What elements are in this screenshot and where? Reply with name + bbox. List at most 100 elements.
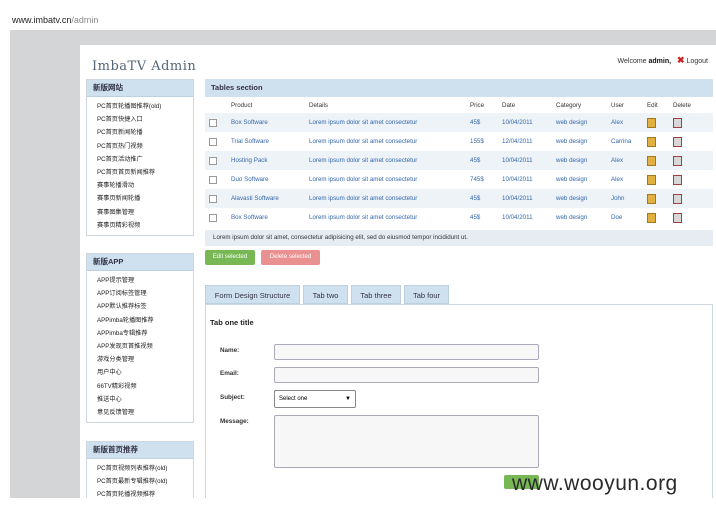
user-cell: Doe — [611, 214, 623, 221]
logout-link[interactable]: Logout — [687, 58, 708, 65]
row-checkbox[interactable] — [209, 213, 217, 222]
date-cell: 12/04/2011 — [502, 138, 533, 145]
watermark: www.wooyun.org — [512, 472, 678, 495]
edit-icon[interactable] — [647, 155, 656, 166]
column-header[interactable]: User — [607, 98, 643, 113]
close-icon[interactable]: ✖ — [677, 55, 685, 65]
email-input[interactable] — [274, 367, 539, 383]
column-header[interactable]: Delete — [669, 98, 713, 113]
sidebar-section-title: 新版首页推荐 — [87, 442, 193, 459]
table-footnote: Lorem ipsum dolor sit amet, consectetur … — [205, 230, 713, 246]
column-header[interactable]: Price — [466, 98, 498, 113]
sidebar-item[interactable]: PC首页轮播图推荐(old) — [87, 100, 193, 113]
details-cell: Lorem ipsum dolor sit amet consectetur — [309, 138, 418, 145]
name-input[interactable] — [274, 344, 539, 360]
user-cell: John — [607, 189, 643, 208]
row-checkbox[interactable] — [209, 137, 217, 146]
trash-icon[interactable] — [673, 117, 682, 128]
sidebar-item[interactable]: APP发现页首推视频 — [87, 340, 193, 353]
sidebar-item[interactable]: 赛事图集管理 — [87, 206, 193, 219]
sidebar-item[interactable]: PC首页首页新闻推荐 — [87, 166, 193, 179]
edit-icon[interactable] — [647, 174, 656, 185]
details-cell: Lorem ipsum dolor sit amet consectetur — [309, 214, 418, 221]
sidebar-item[interactable]: 意见反馈管理 — [87, 406, 193, 419]
product-link[interactable]: Duo Software — [227, 170, 305, 189]
user-cell: Carrina — [611, 138, 632, 145]
edit-icon[interactable] — [647, 212, 656, 223]
email-label: Email: — [220, 370, 239, 377]
edit-selected-button[interactable]: Edit selected — [205, 250, 255, 265]
delete-selected-button[interactable]: Delete selected — [261, 250, 320, 265]
row-checkbox[interactable] — [209, 156, 217, 165]
category-cell: web design — [556, 214, 588, 221]
trash-icon[interactable] — [673, 193, 682, 204]
url-text[interactable]: www.imbatv.cn/admin — [12, 15, 98, 25]
details-cell: Lorem ipsum dolor sit amet consectetur — [305, 113, 466, 132]
column-header[interactable]: Product — [227, 98, 305, 113]
product-link[interactable]: Box Software — [227, 208, 305, 227]
trash-icon[interactable] — [673, 212, 682, 223]
sidebar-item[interactable]: PC首页热门视频 — [87, 140, 193, 153]
tab-two[interactable]: Tab two — [303, 285, 348, 304]
category-cell: web design — [556, 138, 588, 145]
message-textarea[interactable] — [274, 415, 539, 468]
date-cell: 10/04/2011 — [502, 176, 533, 183]
welcome-bar: Welcome admin, ✖ Logout — [618, 55, 708, 66]
subject-select[interactable]: Select one ▼ — [274, 390, 356, 408]
sidebar-item[interactable]: APP默认推荐标签 — [87, 300, 193, 313]
product-link[interactable]: Alavasti Software — [227, 189, 305, 208]
user-cell: Alex — [611, 176, 624, 183]
welcome-label: Welcome — [617, 58, 647, 65]
column-header[interactable]: Category — [552, 98, 607, 113]
browser-address-bar[interactable]: www.imbatv.cn/admin — [0, 0, 716, 30]
sidebar-item[interactable]: PC首页最新专辑推荐(old) — [87, 475, 193, 488]
sidebar-item[interactable]: PC首页快捷入口 — [87, 113, 193, 126]
category-cell: web design — [552, 189, 607, 208]
trash-icon[interactable] — [673, 174, 682, 185]
edit-icon[interactable] — [647, 136, 656, 147]
product-link[interactable]: Hosting Pack — [227, 151, 305, 170]
tab-three[interactable]: Tab three — [351, 285, 401, 304]
sidebar-item[interactable]: PC首页新闻轮播 — [87, 126, 193, 139]
sidebar-item[interactable]: APPimba轮播图推荐 — [87, 314, 193, 327]
tab-four[interactable]: Tab four — [404, 285, 449, 304]
details-cell: Lorem ipsum dolor sit amet consectetur — [305, 151, 466, 170]
sidebar-item[interactable]: 游戏分类管理 — [87, 353, 193, 366]
price-cell: 155$ — [470, 138, 484, 145]
category-cell: web design — [552, 113, 607, 132]
date-cell: 10/04/2011 — [498, 113, 552, 132]
sidebar-item[interactable]: 66TV精彩视频 — [87, 380, 193, 393]
sidebar-item[interactable]: PC首页活动推广 — [87, 153, 193, 166]
column-header[interactable]: Edit — [643, 98, 669, 113]
trash-icon[interactable] — [673, 136, 682, 147]
sidebar-item[interactable]: 赛事轮播滑动 — [87, 179, 193, 192]
row-checkbox[interactable] — [209, 175, 217, 184]
username: admin, — [648, 58, 672, 65]
select-column-header — [205, 98, 227, 113]
sidebar-item[interactable]: 赛事页新闻轮播 — [87, 192, 193, 205]
sidebar-item[interactable]: 用户中心 — [87, 366, 193, 379]
sidebar-item[interactable]: APPimba专辑推荐 — [87, 327, 193, 340]
column-header[interactable]: Details — [305, 98, 466, 113]
sidebar-item[interactable]: 赛事页精彩视频 — [87, 219, 193, 232]
product-link[interactable]: Trial Software — [227, 132, 305, 151]
column-header[interactable]: Date — [498, 98, 552, 113]
row-checkbox[interactable] — [209, 194, 217, 203]
sidebar-item[interactable]: APP提示管理 — [87, 274, 193, 287]
tab-form-design-structure[interactable]: Form Design Structure — [205, 285, 300, 304]
price-cell: 45$ — [466, 151, 498, 170]
sidebar-section-home-recommend: 新版首页推荐 PC首页视频列表推荐(old) PC首页最新专辑推荐(old) P… — [86, 441, 194, 498]
sidebar-item[interactable]: APP订阅标签管理 — [87, 287, 193, 300]
sidebar-item[interactable]: PC首页轮播视频推荐 — [87, 488, 193, 498]
table-row: Alavasti Software Lorem ipsum dolor sit … — [205, 189, 713, 208]
edit-icon[interactable] — [647, 193, 656, 204]
table-row: Hosting Pack Lorem ipsum dolor sit amet … — [205, 151, 713, 170]
row-checkbox[interactable] — [209, 118, 217, 127]
sidebar-item[interactable]: 推送中心 — [87, 393, 193, 406]
edit-icon[interactable] — [647, 117, 656, 128]
price-cell: 45$ — [466, 189, 498, 208]
sidebar-item[interactable]: PC首页视频列表推荐(old) — [87, 462, 193, 475]
product-link[interactable]: Box Software — [227, 113, 305, 132]
trash-icon[interactable] — [673, 155, 682, 166]
table-header-row: Product Details Price Date Category User… — [205, 98, 713, 113]
